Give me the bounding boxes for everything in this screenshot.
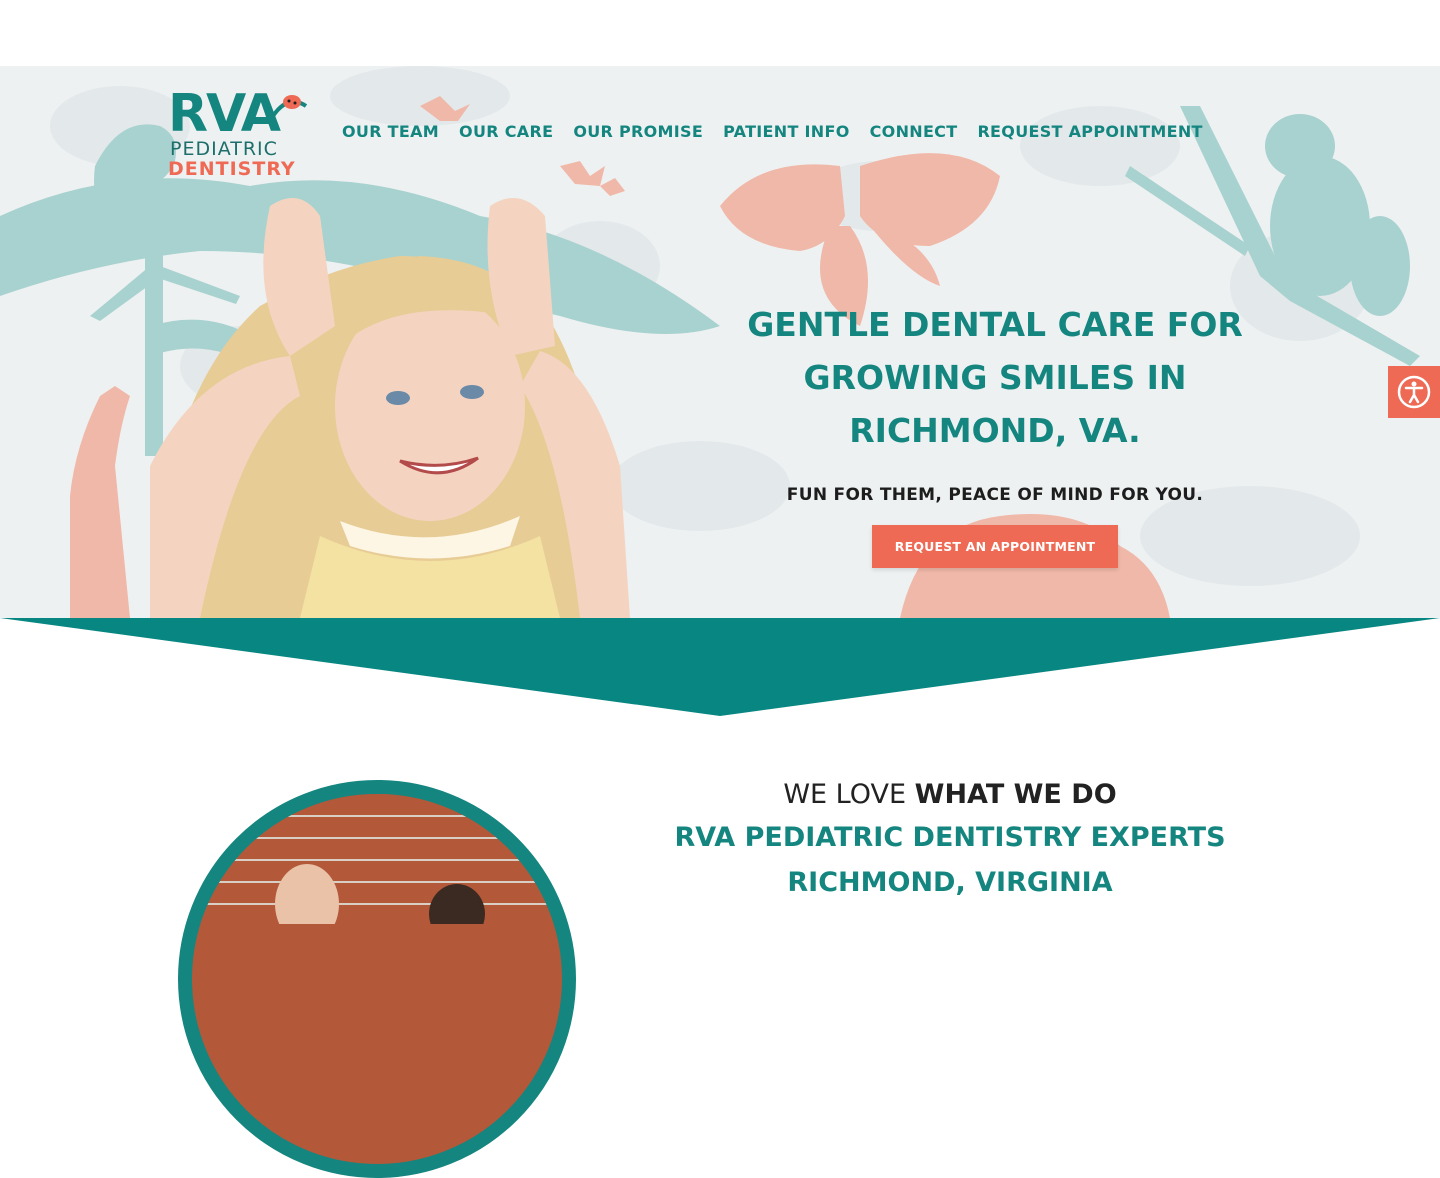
accessibility-icon bbox=[1397, 375, 1431, 409]
hero-text-block: GENTLE DENTAL CARE FOR GROWING SMILES IN… bbox=[720, 298, 1270, 505]
nav-our-care[interactable]: OUR CARE bbox=[459, 122, 553, 141]
about-line3: RICHMOND, VIRGINIA bbox=[787, 867, 1113, 898]
about-heading: WE LOVE WHAT WE DO RVA PEDIATRIC DENTIST… bbox=[600, 775, 1300, 905]
nav-request-appointment[interactable]: REQUEST APPOINTMENT bbox=[977, 122, 1202, 141]
main-nav: OUR TEAM OUR CARE OUR PROMISE PATIENT IN… bbox=[342, 122, 1203, 141]
brick-wall-background bbox=[192, 794, 562, 944]
accessibility-button[interactable] bbox=[1388, 366, 1440, 418]
hero-title: GENTLE DENTAL CARE FOR GROWING SMILES IN… bbox=[747, 305, 1243, 450]
nav-connect[interactable]: CONNECT bbox=[870, 122, 958, 141]
about-line1-light: WE LOVE bbox=[783, 779, 915, 810]
logo-pediatric-text: PEDIATRIC bbox=[170, 138, 278, 160]
nav-our-team[interactable]: OUR TEAM bbox=[342, 122, 439, 141]
about-line2: RVA PEDIATRIC DENTISTRY EXPERTS bbox=[674, 822, 1226, 853]
logo-dentistry-text: DENTISTRY bbox=[168, 158, 296, 180]
teal-chevron-divider bbox=[0, 618, 1440, 716]
request-appointment-button[interactable]: REQUEST AN APPOINTMENT bbox=[872, 525, 1118, 568]
logo-rva-text: RVA bbox=[168, 84, 281, 144]
site-logo[interactable]: RVA PEDIATRIC DENTISTRY bbox=[168, 84, 308, 183]
nav-patient-info[interactable]: PATIENT INFO bbox=[723, 122, 850, 141]
about-line1: WE LOVE WHAT WE DO bbox=[600, 775, 1300, 815]
hero-section: RVA PEDIATRIC DENTISTRY OUR TEAM OUR CAR… bbox=[0, 66, 1440, 618]
team-photo bbox=[178, 780, 576, 1178]
about-line1-bold: WHAT WE DO bbox=[914, 779, 1117, 810]
top-strip bbox=[0, 0, 1440, 66]
nav-our-promise[interactable]: OUR PROMISE bbox=[573, 122, 703, 141]
ladybug-icon bbox=[271, 95, 308, 118]
hero-subtitle: FUN FOR THEM, PEACE OF MIND FOR YOU. bbox=[786, 485, 1204, 505]
